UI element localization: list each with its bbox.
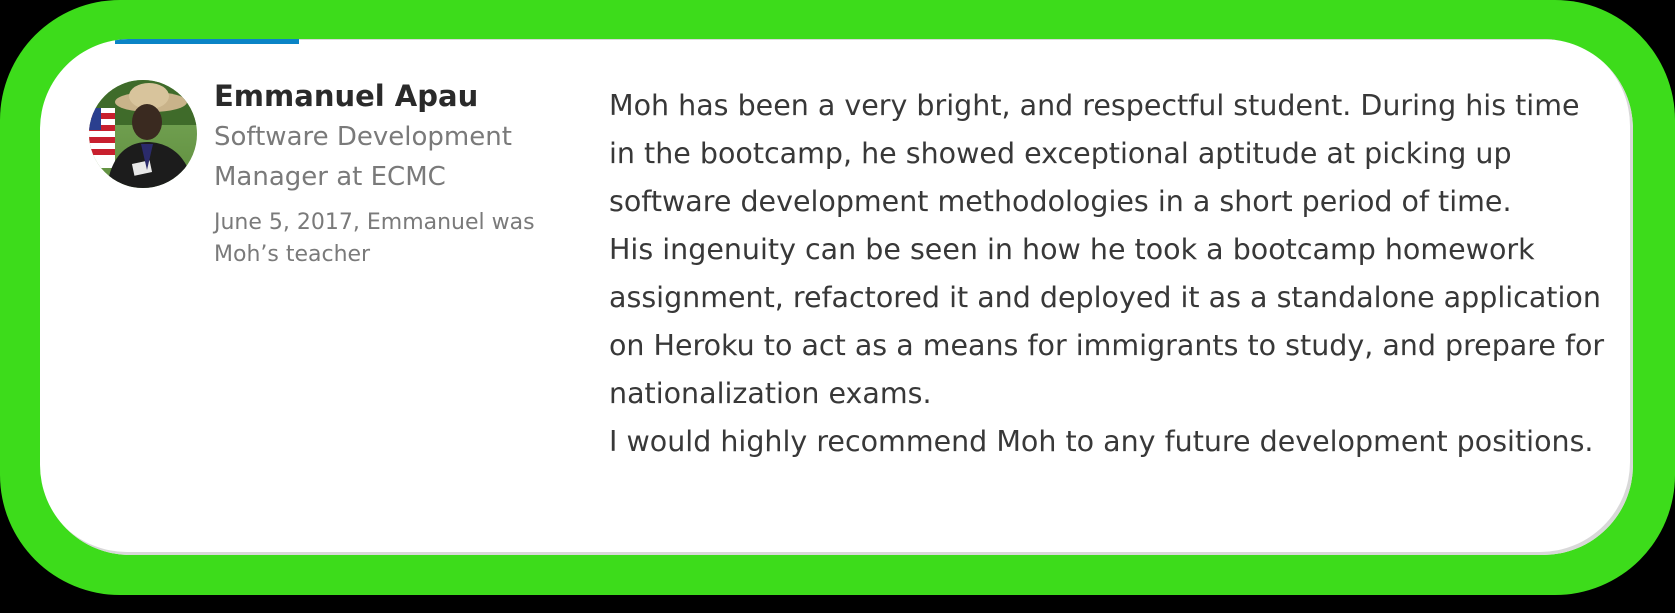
- recommendation-date-relationship: June 5, 2017, Emmanuel was Moh’s teacher: [214, 210, 535, 267]
- recommendation-card: Emmanuel Apau Software Development Manag…: [40, 39, 1633, 555]
- recommendation-paragraph: I would highly recommend Moh to any futu…: [609, 425, 1594, 458]
- recommender-name[interactable]: Emmanuel Apau: [214, 77, 574, 115]
- tab-divider: [299, 39, 1633, 40]
- avatar[interactable]: [89, 80, 197, 188]
- recommender-headline: Software Development Manager at ECMC: [214, 122, 512, 192]
- person-photo-avatar-icon: [89, 80, 197, 188]
- active-tab-indicator: [115, 39, 299, 44]
- recommendation-paragraph: His ingenuity can be seen in how he took…: [609, 233, 1605, 410]
- recommender-info: Emmanuel Apau Software Development Manag…: [214, 77, 574, 271]
- recommendation-text: Moh has been a very bright, and respectf…: [609, 82, 1609, 466]
- recommendation-paragraph: Moh has been a very bright, and respectf…: [609, 89, 1580, 218]
